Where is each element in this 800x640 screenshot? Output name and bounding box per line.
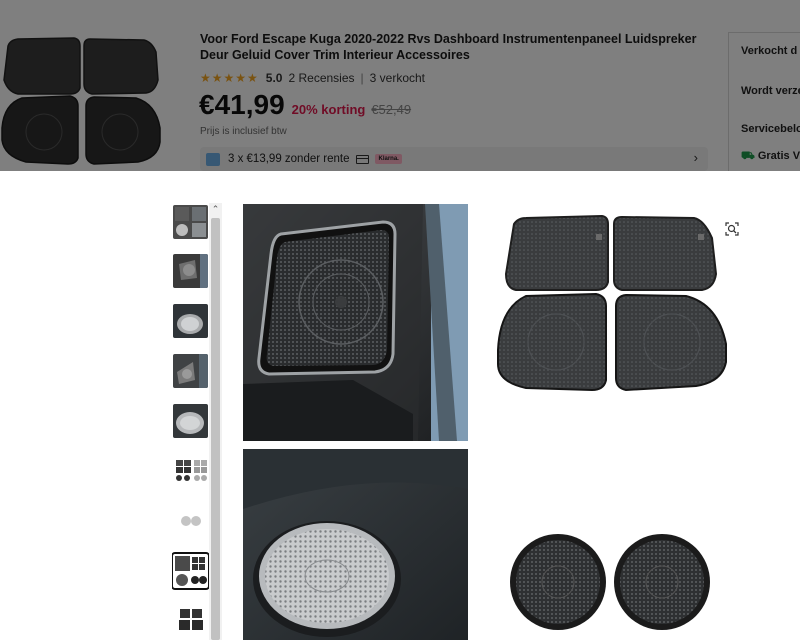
rating-row: ★★★★★ 5.0 2 Recensies | 3 verkocht [200, 71, 425, 85]
thumbnail-image [173, 504, 208, 538]
thumbnail-scrollbar[interactable]: ⌃ [209, 203, 222, 640]
thumbnail-1[interactable] [173, 205, 208, 239]
klarna-logo: Klarna. [375, 154, 402, 164]
service-label: Servicebelo [741, 123, 800, 135]
sticky-product-header: Voor Ford Escape Kuga 2020-2022 Rvs Dash… [0, 0, 800, 171]
thumbnail-image [173, 354, 208, 388]
rating-value: 5.0 [265, 71, 283, 85]
price-row: €41,99 20% korting €52,49 [199, 89, 411, 121]
thumbnail-7[interactable] [173, 504, 208, 538]
sold-by-label: Verkocht d [741, 45, 798, 57]
vat-note: Prijs is inclusief btw [200, 126, 287, 137]
free-shipping-label: Gratis V [757, 150, 800, 162]
thumbnail-image [173, 254, 208, 288]
truck-icon: ⛟ [741, 150, 755, 162]
zoom-icon [725, 222, 739, 236]
thumbnail-4[interactable] [173, 354, 208, 388]
original-price: €52,49 [371, 102, 412, 117]
seller-info-panel: Verkocht d Wordt verze Servicebelo ⛟ Grat… [728, 32, 800, 171]
card-icon [356, 154, 370, 164]
thumbnail-image [173, 205, 208, 239]
zoom-button[interactable] [721, 218, 743, 240]
divider: | [360, 71, 364, 85]
thumbnail-image [173, 404, 208, 438]
scroll-up-icon[interactable]: ⌃ [209, 203, 222, 216]
thumbnail-8-selected[interactable] [172, 552, 209, 590]
thumbnail-rail [172, 203, 209, 640]
gallery-photo-dashboard-speaker[interactable] [243, 449, 468, 640]
sold-count: 3 verkocht [369, 71, 426, 85]
product-photo [243, 449, 468, 640]
product-title: Voor Ford Escape Kuga 2020-2022 Rvs Dash… [200, 32, 697, 62]
installment-text: 3 x €13,99 zonder rente [228, 153, 350, 165]
reviews-link[interactable]: 2 Recensies [288, 71, 354, 85]
thumbnail-6[interactable] [173, 454, 208, 488]
product-photo [243, 204, 468, 441]
thumbnail-image [173, 554, 208, 588]
thumbnail-2[interactable] [173, 254, 208, 288]
gallery-photo-four-covers[interactable] [486, 204, 748, 404]
scrollbar-thumb[interactable] [211, 218, 220, 640]
product-page: Voor Ford Escape Kuga 2020-2022 Rvs Dash… [0, 0, 800, 640]
product-photo [486, 512, 748, 640]
current-price: €41,99 [199, 89, 285, 120]
thumbnail-image [173, 604, 208, 638]
header-product-thumbnail [0, 34, 165, 168]
thumbnail-image [173, 454, 208, 488]
thumbnail-5[interactable] [173, 404, 208, 438]
installment-banner[interactable]: 3 x €13,99 zonder rente Klarna. › [200, 147, 708, 171]
discount-badge: 20% korting [291, 102, 366, 117]
shipping-label: Wordt verze [741, 85, 800, 97]
free-shipping-row: ⛟ Gratis V [741, 150, 800, 164]
thumbnail-9[interactable] [173, 604, 208, 638]
thumbnail-3[interactable] [173, 304, 208, 338]
star-rating-icon: ★★★★★ [200, 71, 259, 85]
product-photo [486, 204, 748, 404]
chevron-right-icon: › [693, 150, 698, 165]
gallery-photo-round-covers[interactable] [486, 512, 748, 640]
installment-icon [206, 152, 220, 166]
thumbnail-image [173, 304, 208, 338]
gallery-photo-door-speaker[interactable] [243, 204, 468, 441]
